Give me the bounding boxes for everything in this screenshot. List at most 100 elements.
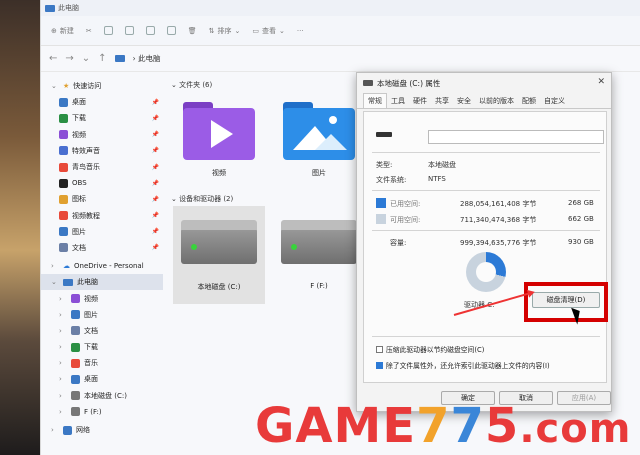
hard-drive-icon [181,220,257,264]
general-panel: 类型: 本地磁盘 文件系统: NTFS 已用空间: 288,054,161,40… [363,111,608,383]
chevron-right-icon[interactable]: › [51,426,59,434]
close-icon[interactable]: ✕ [597,77,605,87]
chevron-right-icon[interactable]: › [59,392,67,400]
folder-tile-videos[interactable]: 视频 [173,100,265,178]
hard-drive-icon [281,220,357,264]
window-title: 此电脑 [58,4,79,12]
back-icon[interactable]: ← [49,53,57,64]
sidebar-item-network[interactable]: › 网络 [41,422,163,438]
this-pc-item[interactable]: › 图片 [41,307,163,323]
quick-access-item[interactable]: 特效声音 📌 [41,143,163,159]
folder-tile-pictures[interactable]: 图片 [273,100,365,178]
cut-icon[interactable]: ✂ [86,27,92,35]
chevron-right-icon[interactable]: › [59,375,67,383]
checkbox-unchecked[interactable] [376,345,383,353]
tab-2[interactable]: 硬件 [409,94,431,108]
pin-icon: 📌 [151,163,159,171]
red-highlight-box [524,282,608,322]
this-pc-list: › 视频 › 图片 › 文档 › 下载 › 音乐 › 桌面 › 本地磁盘 (C:) › F (F:) [41,290,163,420]
pin-icon: 📌 [151,131,159,139]
delete-icon[interactable]: 🗑 [188,27,197,35]
this-pc-item[interactable]: › 音乐 [41,355,163,371]
index-checkbox[interactable]: 除了文件属性外，还允许索引此驱动器上文件的内容(I) [376,360,550,370]
drive-tile-c[interactable]: 本地磁盘 (C:) [173,206,265,304]
this-pc-icon [45,4,55,12]
sort-icon: ⇅ [208,26,215,35]
sort-button[interactable]: ⇅ 排序 ⌄ [209,26,241,36]
compress-checkbox[interactable]: 压缩此驱动器以节约磁盘空间(C) [376,344,484,354]
this-pc-item[interactable]: › 桌面 [41,371,163,387]
sidebar-label: 本地磁盘 (C:) [84,391,127,400]
view-label: 查看 [262,26,277,35]
drives-group-header[interactable]: ⌄ 设备和驱动器 (2) [171,194,233,204]
quick-access-item[interactable]: 视频 📌 [41,127,163,143]
this-pc-item[interactable]: › 文档 [41,323,163,339]
watermark-text: 7 [416,398,451,454]
this-pc-item[interactable]: › F (F:) [41,404,163,420]
desktop-wallpaper [0,0,42,455]
breadcrumb[interactable]: › 此电脑 [133,53,161,64]
tab-5[interactable]: 以前的版本 [475,94,518,108]
tab-0[interactable]: 常规 [363,93,387,108]
chevron-down-icon[interactable]: ⌄ [51,82,59,90]
sidebar-item-onedrive[interactable]: › ☁ OneDrive - Personal [41,258,163,274]
chevron-right-icon[interactable]: › [59,408,67,416]
sidebar-label: 桌面 [84,375,98,384]
free-bytes: 711,340,474,368 字节 [460,216,537,224]
volume-name-input[interactable] [428,130,604,144]
tab-3[interactable]: 共享 [431,94,453,108]
quick-access-item[interactable]: OBS 📌 [41,175,163,191]
this-pc-item[interactable]: › 下载 [41,339,163,355]
tab-6[interactable]: 配额 [518,94,540,108]
chevron-right-icon[interactable]: › [59,295,67,303]
chevron-right-icon[interactable]: › [59,359,67,367]
tile-label: 视频 [212,169,226,177]
sidebar-label: F (F:) [84,407,102,416]
quick-access-item[interactable]: 图标 📌 [41,191,163,207]
sidebar-label: 特效声音 [72,146,100,155]
drive-tile-f[interactable]: F (F:) [273,206,365,304]
chevron-right-icon[interactable]: › [59,311,67,319]
quick-access-item[interactable]: 青鸟音乐 📌 [41,159,163,175]
chevron-down-icon[interactable]: ⌄ [51,278,59,286]
share-icon[interactable] [166,26,176,35]
checkbox-checked[interactable] [376,361,383,369]
chevron-down-icon: ⌄ [279,26,285,35]
tab-1[interactable]: 工具 [387,94,409,108]
sidebar-label: 此电脑 [77,278,98,287]
rename-icon[interactable] [145,26,155,35]
folder-icon [59,97,68,107]
chevron-right-icon[interactable]: › [51,262,59,270]
forward-icon[interactable]: → [65,53,73,64]
sidebar-item-this-pc[interactable]: ⌄ 此电脑 [41,274,163,291]
folders-group-header[interactable]: ⌄ 文件夹 (6) [171,80,212,90]
sidebar-item-quick-access[interactable]: ⌄ ★ 快速访问 [41,78,163,94]
quick-access-item[interactable]: 下载 📌 [41,110,163,126]
plus-icon: ⊕ [51,26,57,35]
watermark-text: 7 [450,398,485,454]
chevron-right-icon[interactable]: › [59,343,67,351]
tab-4[interactable]: 安全 [453,94,475,108]
folder-icon [59,211,68,221]
this-pc-item[interactable]: › 视频 [41,290,163,306]
pin-icon: 📌 [151,147,159,155]
watermark-text: 5 [484,398,520,454]
used-gb: 268 GB [568,199,594,207]
recent-dropdown-icon[interactable]: ⌄ [82,53,90,64]
quick-access-item[interactable]: 桌面 📌 [41,94,163,110]
quick-access-item[interactable]: 文档 📌 [41,240,163,256]
copy-icon[interactable] [103,26,113,35]
quick-access-item[interactable]: 视频教程 📌 [41,208,163,224]
this-pc-item[interactable]: › 本地磁盘 (C:) [41,388,163,404]
usage-donut-chart [466,252,506,292]
new-button[interactable]: ⊕ 新建 [51,26,74,36]
up-icon[interactable]: ↑ [98,53,106,64]
more-icon[interactable]: ··· [297,27,304,35]
divider [372,336,600,337]
paste-icon[interactable] [124,26,134,35]
view-button[interactable]: ▭ 查看 ⌄ [252,26,285,36]
chevron-right-icon[interactable]: › [59,327,67,335]
sidebar-label: 下载 [84,343,98,352]
tab-7[interactable]: 自定义 [540,94,569,108]
quick-access-item[interactable]: 图片 📌 [41,224,163,240]
